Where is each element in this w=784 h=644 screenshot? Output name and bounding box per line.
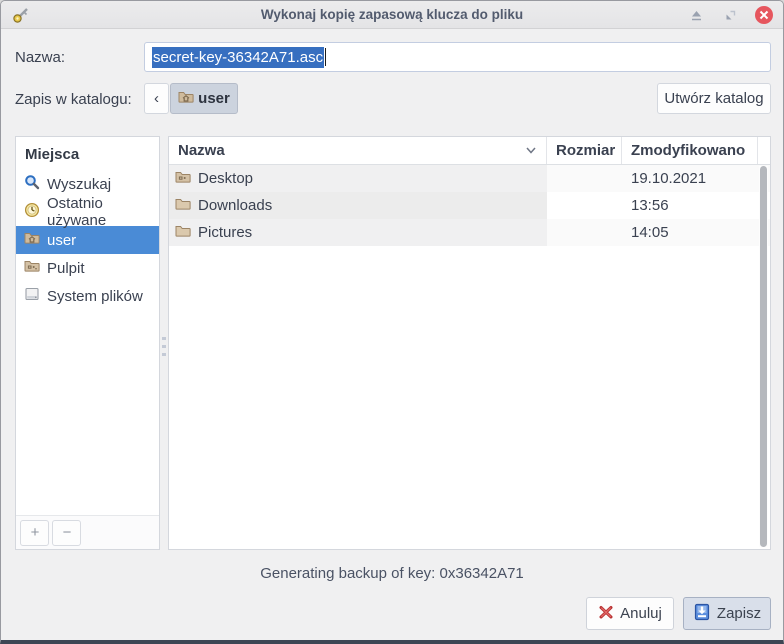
file-modified: 14:05 — [622, 219, 758, 246]
window-title: Wykonaj kopię zapasową klucza do pliku — [1, 7, 783, 22]
path-segment-label: user — [198, 90, 230, 107]
file-modified: 13:56 — [622, 192, 758, 219]
path-segment-user[interactable]: user — [170, 83, 238, 114]
column-header-modified[interactable]: Zmodyfikowano — [622, 137, 758, 164]
cancel-label: Anuluj — [620, 605, 662, 622]
home-folder-icon — [178, 89, 194, 109]
minus-icon: − — [63, 524, 71, 541]
place-label: Pulpit — [47, 260, 85, 277]
file-name: Downloads — [198, 197, 272, 214]
places-header: Miejsca — [16, 137, 159, 170]
file-size — [547, 219, 622, 246]
file-list: Nazwa Rozmiar Zmodyfikowano — [168, 136, 771, 550]
save-key-dialog: Wykonaj kopię zapasową klucza do pliku — [0, 0, 784, 644]
place-label: Ostatnio używane — [47, 195, 159, 229]
file-size — [547, 192, 622, 219]
file-name: Desktop — [198, 170, 253, 187]
text-caret — [325, 48, 326, 66]
bookmark-toolbar: + − — [16, 515, 159, 549]
folder-icon — [175, 223, 191, 243]
plus-icon: + — [31, 524, 39, 541]
file-name: Pictures — [198, 224, 252, 241]
places-sidebar: Miejsca Wyszukaj Ostatnio używane — [15, 136, 160, 550]
place-item-search[interactable]: Wyszukaj — [16, 170, 159, 198]
desktop-folder-icon — [175, 169, 191, 189]
vertical-scrollbar[interactable] — [759, 166, 768, 547]
pane-resize-handle[interactable] — [161, 337, 166, 359]
save-button[interactable]: Zapisz — [683, 597, 771, 630]
chevron-left-icon: ‹ — [154, 90, 159, 107]
home-folder-icon — [24, 230, 40, 250]
remove-bookmark-button[interactable]: − — [52, 520, 81, 546]
scrollbar-thumb[interactable] — [760, 166, 767, 547]
window-controls — [687, 6, 773, 24]
filename-input[interactable]: secret-key-36342A71.asc — [144, 42, 771, 72]
save-in-folder-label: Zapis w katalogu: — [15, 91, 132, 108]
titlebar[interactable]: Wykonaj kopię zapasową klucza do pliku — [1, 1, 783, 29]
desktop-folder-icon — [24, 258, 40, 278]
column-header-size[interactable]: Rozmiar — [547, 137, 622, 164]
file-row-pictures[interactable]: Pictures 14:05 — [169, 219, 770, 246]
cancel-button[interactable]: Anuluj — [586, 597, 674, 630]
close-icon[interactable] — [755, 6, 773, 24]
file-row-desktop[interactable]: Desktop 19.10.2021 — [169, 165, 770, 192]
place-label: Wyszukaj — [47, 176, 111, 193]
file-size — [547, 165, 622, 192]
place-item-desktop[interactable]: Pulpit — [16, 254, 159, 282]
place-item-recent[interactable]: Ostatnio używane — [16, 198, 159, 226]
path-back-button[interactable]: ‹ — [144, 83, 169, 114]
column-header-name[interactable]: Nazwa — [169, 137, 547, 164]
search-icon — [24, 174, 40, 194]
restore-icon[interactable] — [721, 6, 739, 24]
status-message: Generating backup of key: 0x36342A71 — [1, 565, 783, 582]
shade-icon[interactable] — [687, 6, 705, 24]
name-label: Nazwa: — [15, 49, 65, 66]
file-list-header: Nazwa Rozmiar Zmodyfikowano — [169, 137, 770, 165]
chevron-down-icon — [525, 142, 537, 159]
save-down-icon — [693, 603, 711, 625]
red-x-icon — [598, 604, 614, 624]
create-folder-label: Utwórz katalog — [664, 90, 763, 107]
file-row-downloads[interactable]: Downloads 13:56 — [169, 192, 770, 219]
file-modified: 19.10.2021 — [622, 165, 758, 192]
place-item-home[interactable]: user — [16, 226, 159, 254]
place-label: user — [47, 232, 76, 249]
folder-icon — [175, 196, 191, 216]
save-label: Zapisz — [717, 605, 761, 622]
place-label: System plików — [47, 288, 143, 305]
add-bookmark-button[interactable]: + — [20, 520, 49, 546]
filename-selected-text: secret-key-36342A71.asc — [152, 47, 324, 68]
filesystem-disk-icon — [24, 286, 40, 306]
place-item-filesystem[interactable]: System plików — [16, 282, 159, 310]
recent-clock-icon — [24, 202, 40, 222]
create-folder-button[interactable]: Utwórz katalog — [657, 83, 771, 114]
